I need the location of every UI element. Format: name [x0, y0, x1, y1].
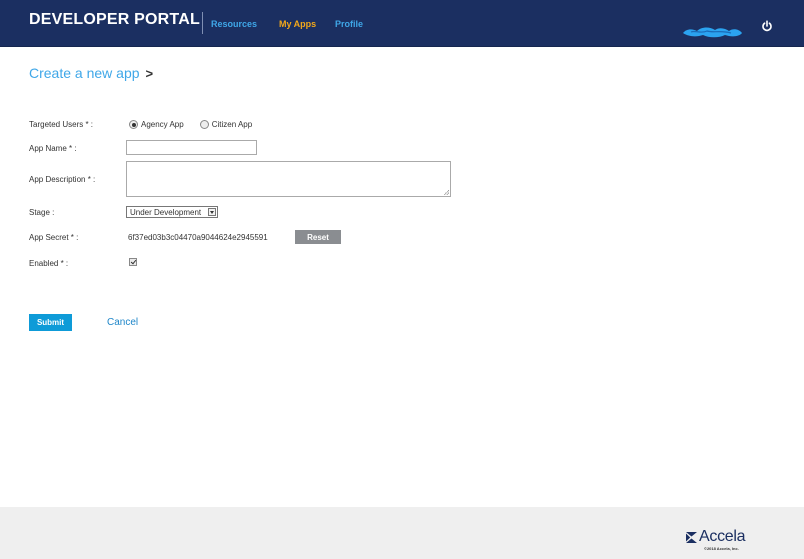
chevron-right-icon: >: [145, 66, 154, 81]
resize-handle-icon[interactable]: [444, 190, 449, 195]
nav-resources[interactable]: Resources: [211, 19, 257, 29]
accela-logo: Accela: [686, 528, 746, 546]
app-name-input[interactable]: [126, 140, 257, 155]
stage-label: Stage :: [29, 208, 55, 217]
radio-citizen-app[interactable]: Citizen App: [199, 120, 253, 129]
targeted-users-radio-group: Agency App Citizen App: [129, 120, 268, 129]
radio-agency-app-label: Agency App: [141, 120, 184, 129]
app-name-label: App Name * :: [29, 144, 77, 153]
reset-secret-button[interactable]: Reset: [295, 230, 341, 244]
page-title-text: Create a new app: [29, 65, 140, 81]
targeted-users-label: Targeted Users * :: [29, 120, 94, 129]
nav-my-apps[interactable]: My Apps: [279, 19, 316, 29]
radio-agency-app[interactable]: Agency App: [129, 120, 184, 129]
accela-mark-icon: [686, 531, 697, 543]
dropdown-arrow-icon[interactable]: [208, 208, 216, 216]
nav-profile[interactable]: Profile: [335, 19, 363, 29]
cancel-link[interactable]: Cancel: [107, 317, 138, 328]
submit-button[interactable]: Submit: [29, 314, 72, 331]
enabled-checkbox[interactable]: [129, 258, 137, 266]
page-title: Create a new app >: [29, 65, 153, 81]
enabled-label: Enabled * :: [29, 259, 69, 268]
footer: [0, 507, 804, 559]
radio-citizen-app-label: Citizen App: [211, 120, 253, 129]
app-description-label: App Description * :: [29, 175, 96, 184]
power-icon[interactable]: [761, 20, 773, 32]
radio-button[interactable]: [199, 120, 209, 129]
stage-select-value: Under Development: [130, 207, 202, 217]
stage-select[interactable]: Under Development: [126, 206, 218, 218]
app-secret-label: App Secret * :: [29, 233, 79, 242]
brand-divider: [202, 12, 203, 34]
portal-brand[interactable]: DEVELOPER PORTAL: [29, 11, 200, 29]
app-description-textarea[interactable]: [126, 161, 451, 197]
top-nav-bar: DEVELOPER PORTAL Resources My Apps Profi…: [0, 0, 804, 47]
radio-button-selected[interactable]: [129, 120, 138, 129]
copyright-text: ©2018 Accela, Inc.: [704, 546, 739, 551]
user-name-redacted[interactable]: [681, 25, 744, 38]
app-secret-value: 6f37ed03b3c04470a9044624e2945591: [128, 233, 268, 242]
accela-logo-text: Accela: [699, 528, 746, 545]
